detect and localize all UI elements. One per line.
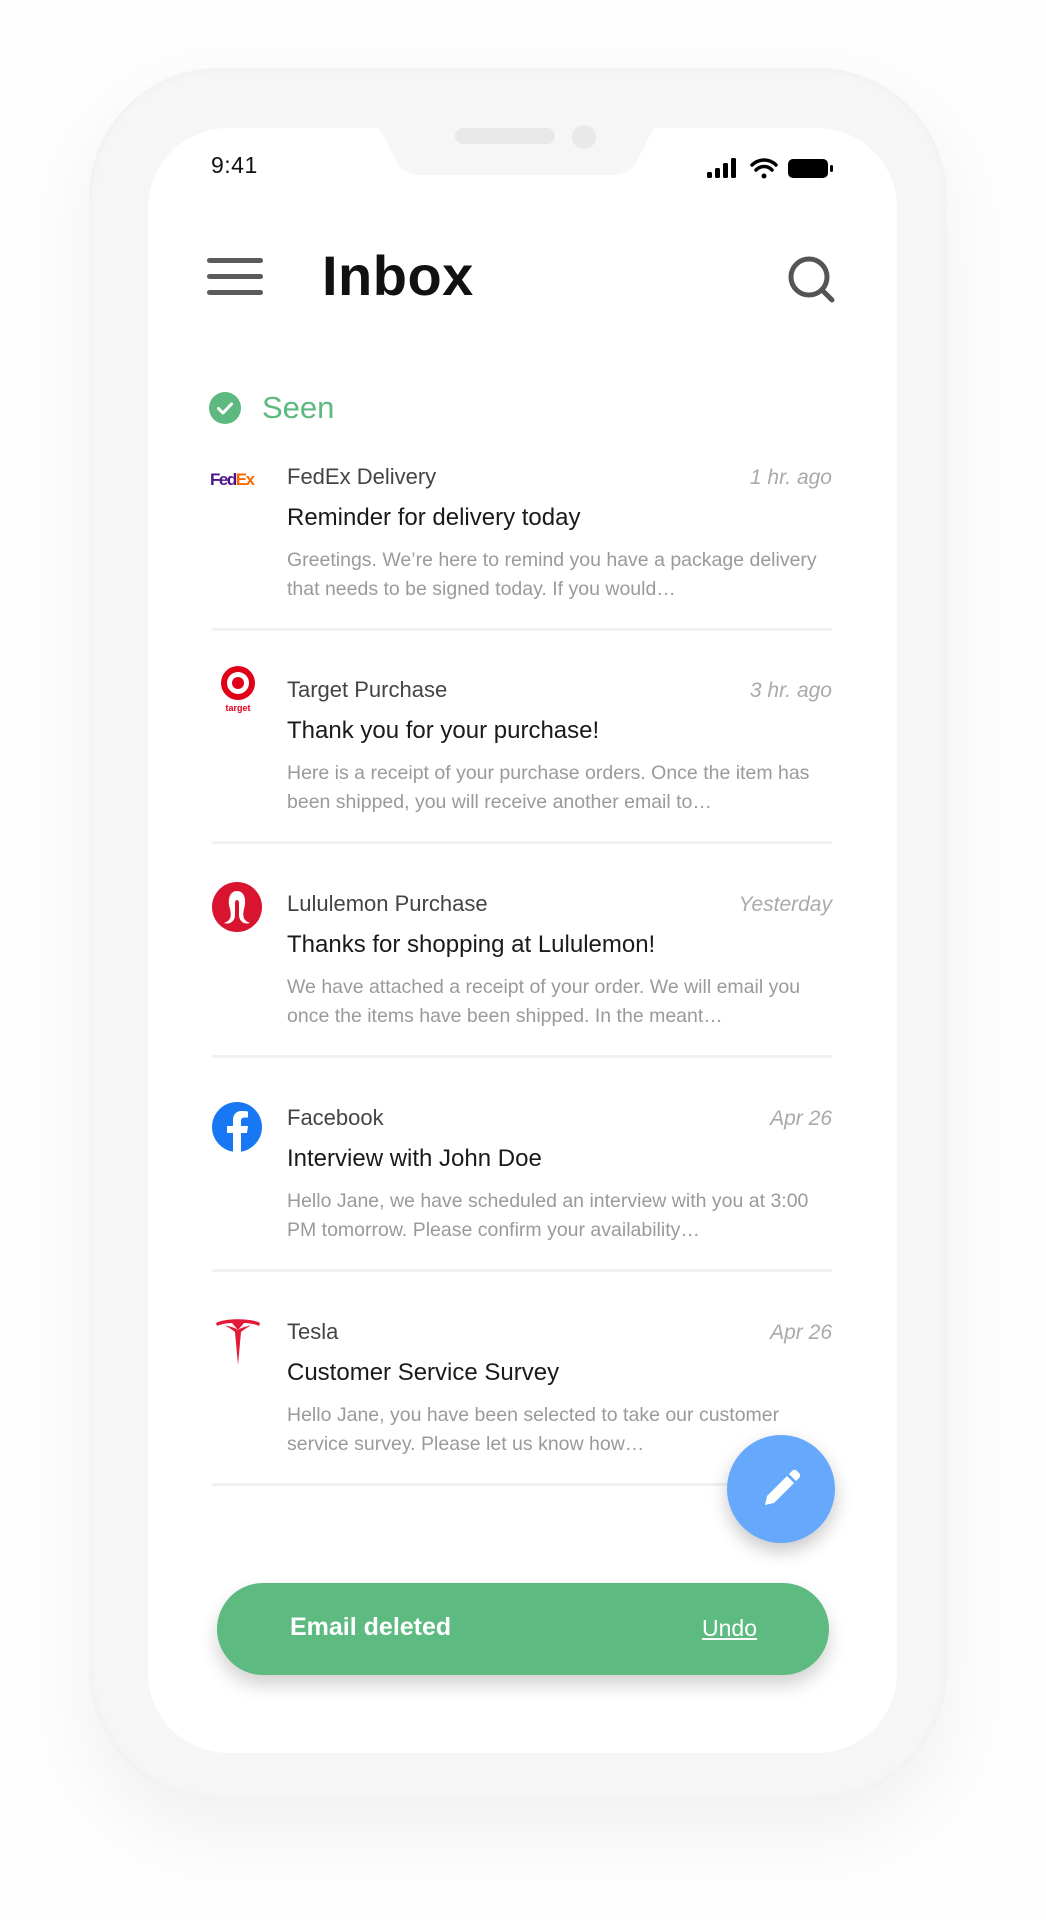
hamburger-line	[207, 290, 263, 295]
email-time: 1 hr. ago	[749, 466, 832, 489]
email-time: 3 hr. ago	[749, 679, 832, 702]
front-camera	[572, 125, 596, 149]
divider	[212, 841, 832, 844]
snackbar: Email deleted Undo	[217, 1583, 829, 1675]
email-item-lululemon[interactable]: Lululemon Purchase Yesterday Thanks for …	[208, 882, 832, 1106]
email-subject: Thank you for your purchase!	[287, 717, 600, 744]
check-circle-icon	[209, 392, 241, 424]
tesla-logo-icon	[216, 1319, 260, 1365]
page-title: Inbox	[322, 244, 474, 307]
hamburger-menu-icon	[207, 258, 263, 263]
email-subject: Customer Service Survey	[287, 1359, 560, 1386]
signal-icon	[707, 158, 736, 178]
email-sender: Facebook	[287, 1105, 384, 1130]
search-button[interactable]	[782, 252, 838, 308]
pencil-icon	[765, 1469, 801, 1505]
section-label: Seen	[262, 390, 335, 425]
hamburger-line	[207, 274, 263, 279]
target-logo-icon: target	[221, 666, 255, 713]
email-time: Apr 26	[770, 1107, 832, 1130]
email-sender: Tesla	[287, 1319, 339, 1344]
email-time: Yesterday	[738, 893, 832, 916]
search-icon	[788, 256, 835, 303]
speaker-grille	[455, 128, 555, 144]
email-preview: Hello Jane, you have been selected to ta…	[287, 1404, 780, 1455]
svg-text:FedEx: FedEx	[210, 470, 256, 489]
undo-button[interactable]: Undo	[702, 1615, 757, 1642]
email-item-target[interactable]: target Target Purchase 3 hr. ago Thank y…	[208, 666, 832, 892]
email-sender: Target Purchase	[287, 677, 448, 702]
target-logo-text: target	[225, 703, 250, 713]
compose-button[interactable]	[727, 1435, 835, 1543]
email-preview: Here is a receipt of your purchase order…	[287, 762, 810, 813]
status-icons	[706, 156, 836, 180]
section-header-seen: Seen	[209, 388, 334, 428]
email-item-fedex[interactable]: FedEx FedEx Delivery 1 hr. ago Reminder …	[208, 464, 832, 679]
lululemon-logo-icon	[212, 882, 262, 932]
divider	[212, 628, 832, 631]
email-subject: Interview with John Doe	[287, 1145, 542, 1172]
email-subject: Thanks for shopping at Lululemon!	[287, 931, 656, 958]
email-subject: Reminder for delivery today	[287, 504, 581, 531]
status-time: 9:41	[211, 152, 258, 178]
fedex-logo-icon: FedEx	[210, 470, 257, 489]
wifi-icon	[750, 158, 778, 179]
email-sender: Lululemon Purchase	[287, 891, 488, 916]
email-preview: Greetings. We’re here to remind you have…	[287, 549, 817, 600]
fedex-logo-fed: Fed	[210, 470, 237, 489]
divider	[212, 1269, 832, 1272]
menu-button[interactable]	[207, 255, 263, 297]
divider	[212, 1055, 832, 1058]
email-preview: Hello Jane, we have scheduled an intervi…	[287, 1190, 809, 1241]
fedex-logo-ex: Ex	[236, 470, 256, 489]
snackbar-message: Email deleted	[290, 1613, 452, 1641]
facebook-logo-icon	[212, 1102, 262, 1152]
email-time: Apr 26	[770, 1321, 832, 1344]
email-sender: FedEx Delivery	[287, 464, 437, 489]
email-item-facebook[interactable]: Facebook Apr 26 Interview with John Doe …	[208, 1102, 832, 1320]
email-preview: We have attached a receipt of your order…	[287, 976, 801, 1027]
battery-icon	[788, 159, 833, 178]
